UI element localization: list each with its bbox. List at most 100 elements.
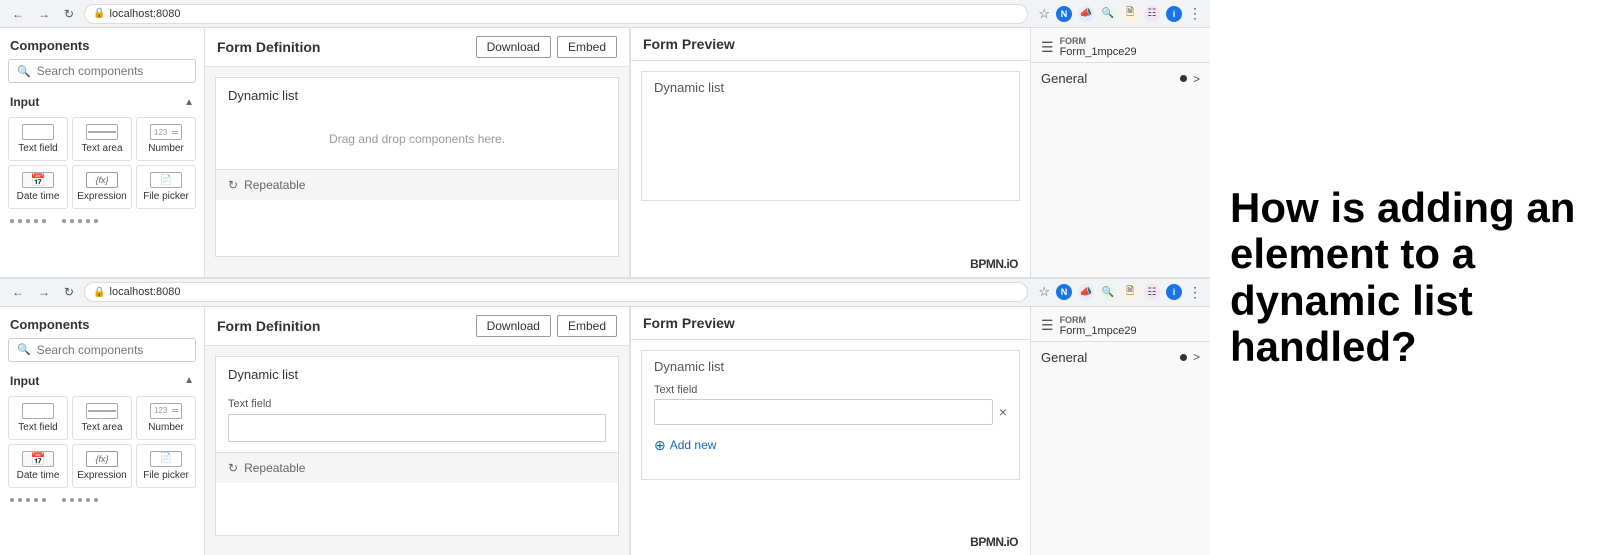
download-btn-bottom[interactable]: Download [476, 315, 551, 337]
props-panel-top: ☰ FORM Form_1mpce29 General > [1030, 28, 1210, 277]
url-bottom: localhost:8080 [110, 286, 181, 298]
props-general-top[interactable]: General > [1031, 63, 1210, 94]
date-time-icon-top: 📅 [22, 172, 54, 188]
address-bar-bottom[interactable]: 🔒 localhost:8080 [84, 282, 1028, 302]
add-new-plus-icon: ⊕ [654, 437, 666, 454]
search-input-bottom[interactable] [37, 343, 187, 357]
forward-button-bottom[interactable]: → [34, 283, 54, 301]
component-grid-top: Text field Text area 123 Number [0, 113, 204, 213]
props-general-bottom[interactable]: General > [1031, 342, 1210, 373]
download-btn-top[interactable]: Download [476, 36, 551, 58]
bpmn-logo-top: BPMN.iO [970, 257, 1018, 271]
ext1-icon-top: 📣 [1078, 6, 1094, 22]
preview-field-label-bottom: Text field [654, 384, 1007, 396]
preview-field-row-bottom: × [654, 399, 1007, 425]
address-bar-top[interactable]: 🔒 localhost:8080 [84, 4, 1028, 24]
date-time-icon-bottom: 📅 [22, 451, 54, 467]
form-preview-header-top: Form Preview [631, 28, 1030, 61]
browser-icons-bottom: ☆ N 📣 🔍 🗎 ☷ i ⋮ [1038, 284, 1202, 301]
ext5-icon-bottom: i [1166, 284, 1182, 300]
comp-expression-bottom[interactable]: {fx} Expression [72, 444, 132, 488]
form-group-label-top: Dynamic list [216, 78, 618, 109]
props-title-bottom: FORM Form_1mpce29 [1060, 315, 1137, 337]
menu-icon-bottom[interactable]: ⋮ [1188, 284, 1202, 301]
form-def-title-bottom: Form Definition [217, 318, 320, 334]
props-menu-icon-bottom: ☰ [1041, 317, 1054, 334]
form-preview-top: Form Preview Dynamic list BPMN.iO [630, 28, 1030, 277]
comp-number-bottom[interactable]: 123 Number [136, 396, 196, 440]
comp-date-time-top[interactable]: 📅 Date time [8, 165, 68, 209]
sidebar-top: Components 🔍 Input ▲ Text field [0, 28, 205, 277]
ext2-icon-top: 🔍 [1100, 6, 1116, 22]
preview-group-label-bottom: Dynamic list [642, 351, 1019, 378]
embed-btn-top[interactable]: Embed [557, 36, 617, 58]
search-box-top[interactable]: 🔍 [8, 59, 196, 83]
comp-number-top[interactable]: 123 Number [136, 117, 196, 161]
text-field-icon-bottom [22, 403, 54, 419]
search-input-top[interactable] [37, 64, 187, 78]
props-header-bottom: ☰ FORM Form_1mpce29 [1031, 307, 1210, 342]
comp-date-time-bottom[interactable]: 📅 Date time [8, 444, 68, 488]
n-icon-top: N [1056, 6, 1072, 22]
sidebar-bottom: Components 🔍 Input ▲ Text field [0, 307, 205, 555]
props-panel-bottom: ☰ FORM Form_1mpce29 General > [1030, 307, 1210, 555]
star-icon-bottom[interactable]: ☆ [1038, 284, 1050, 300]
search-box-bottom[interactable]: 🔍 [8, 338, 196, 362]
form-def-title-top: Form Definition [217, 39, 320, 55]
preview-group-label-top: Dynamic list [642, 72, 1019, 99]
screenshot-top: Components 🔍 Input ▲ Text field [0, 28, 1210, 279]
ext1-icon-bottom: 📣 [1078, 284, 1094, 300]
comp-text-field-bottom[interactable]: Text field [8, 396, 68, 440]
comp-file-picker-top[interactable]: 📄 File picker [136, 165, 196, 209]
ext4-icon-bottom: ☷ [1144, 284, 1160, 300]
sidebar-header-top: Components [0, 28, 204, 59]
delete-btn-bottom[interactable]: × [999, 404, 1007, 420]
form-def-btns-top: Download Embed [476, 36, 617, 58]
dots-row-top [0, 213, 204, 229]
refresh-button-top[interactable]: ↻ [60, 5, 78, 23]
comp-text-field-top[interactable]: Text field [8, 117, 68, 161]
preview-container-top: Dynamic list [641, 71, 1020, 201]
number-icon-bottom: 123 [150, 403, 182, 419]
form-field-input-bottom[interactable] [228, 414, 606, 442]
back-button-bottom[interactable]: ← [8, 283, 28, 301]
sidebar-header-bottom: Components [0, 307, 204, 338]
back-button-top[interactable]: ← [8, 5, 28, 23]
browser-icons-top: ☆ N 📣 🔍 🗎 ☷ i ⋮ [1038, 5, 1202, 22]
comp-expression-top[interactable]: {fx} Expression [72, 165, 132, 209]
bpmn-logo-bottom: BPMN.iO [970, 535, 1018, 549]
comp-text-area-top[interactable]: Text area [72, 117, 132, 161]
ext3-icon-top: 🗎 [1122, 6, 1138, 22]
dots-row-bottom [0, 492, 204, 508]
collapse-btn-bottom[interactable]: ▲ [184, 375, 194, 386]
form-def-btns-bottom: Download Embed [476, 315, 617, 337]
menu-icon-top[interactable]: ⋮ [1188, 5, 1202, 22]
ext2-icon-bottom: 🔍 [1100, 284, 1116, 300]
right-panel: How is adding an element to a dynamic li… [1210, 0, 1600, 555]
preview-container-bottom: Dynamic list Text field × ⊕ Add new [641, 350, 1020, 480]
form-drop-area-top[interactable]: Drag and drop components here. [216, 109, 618, 169]
question-text: How is adding an element to a dynamic li… [1230, 185, 1580, 370]
preview-content-top [642, 99, 1019, 179]
ext3-icon-bottom: 🗎 [1122, 284, 1138, 300]
comp-file-picker-bottom[interactable]: 📄 File picker [136, 444, 196, 488]
forward-button-top[interactable]: → [34, 5, 54, 23]
embed-btn-bottom[interactable]: Embed [557, 315, 617, 337]
search-icon-top: 🔍 [17, 65, 31, 78]
add-new-btn-bottom[interactable]: ⊕ Add new [642, 431, 728, 460]
preview-field-input-bottom[interactable] [654, 399, 993, 425]
text-area-icon-top [86, 124, 118, 140]
text-area-icon-bottom [86, 403, 118, 419]
collapse-btn-top[interactable]: ▲ [184, 97, 194, 108]
screenshot-bottom: Components 🔍 Input ▲ Text field [0, 307, 1210, 555]
refresh-button-bottom[interactable]: ↻ [60, 283, 78, 301]
star-icon-top[interactable]: ☆ [1038, 6, 1050, 22]
props-header-top: ☰ FORM Form_1mpce29 [1031, 28, 1210, 63]
input-section-top: Input ▲ [0, 91, 204, 113]
form-definition-top: Form Definition Download Embed Dynamic l… [205, 28, 630, 277]
comp-text-area-bottom[interactable]: Text area [72, 396, 132, 440]
form-container-top: Dynamic list Drag and drop components he… [215, 77, 619, 257]
form-def-header-top: Form Definition Download Embed [205, 28, 629, 67]
form-canvas-top: Dynamic list Drag and drop components he… [205, 67, 629, 277]
form-definition-bottom: Form Definition Download Embed Dynamic l… [205, 307, 630, 555]
